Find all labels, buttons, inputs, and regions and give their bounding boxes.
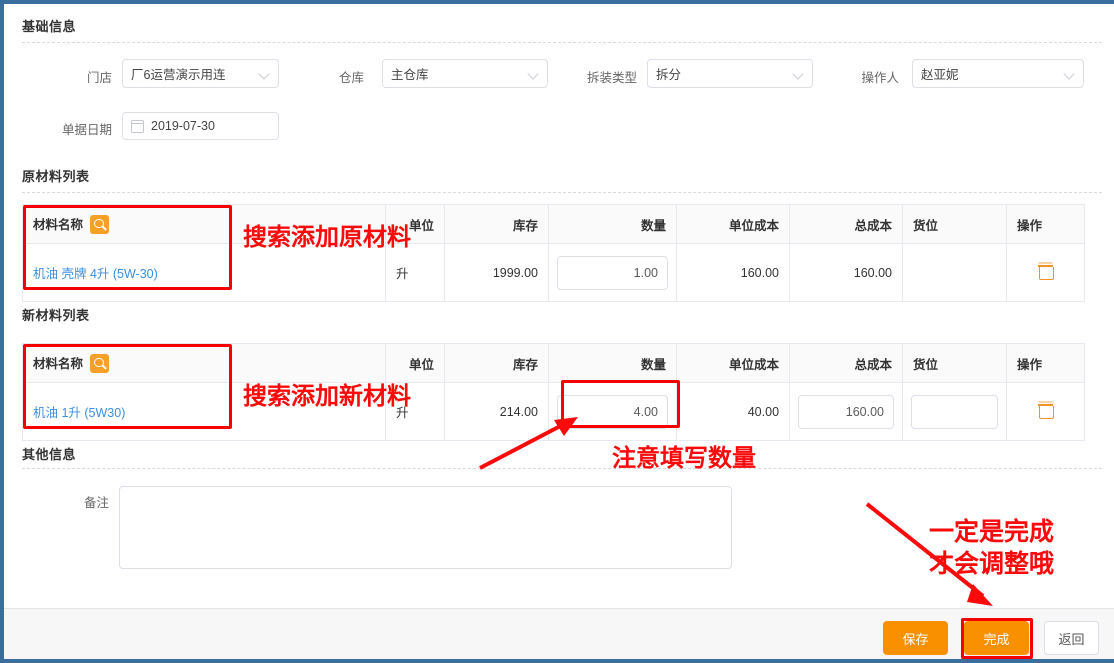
document-date-value: 2019-07-30 (151, 119, 215, 133)
cell-unit-cost: 160.00 (676, 243, 791, 302)
th-stock: 库存 (444, 204, 550, 244)
label-store: 门店 (86, 71, 112, 85)
back-button[interactable]: 返回 (1044, 621, 1099, 655)
th-action: 操作 (1006, 204, 1086, 244)
input-document-date[interactable]: 2019-07-30 (122, 112, 279, 140)
annotation-raw-search: 搜索添加原材料 (243, 224, 411, 251)
th-material-name: 材料名称 (21, 343, 387, 383)
save-button[interactable]: 保存 (883, 621, 948, 655)
th-qty: 数量 (548, 343, 678, 383)
label-note: 备注 (84, 496, 110, 510)
form-canvas: 基础信息 门店 厂6运营演示用连 仓库 主仓库 拆装类型 拆分 操作人 赵亚妮 … (4, 4, 1114, 659)
cell-stock: 1999.00 (444, 243, 550, 302)
divider-basic (22, 42, 1102, 43)
app-window: 基础信息 门店 厂6运营演示用连 仓库 主仓库 拆装类型 拆分 操作人 赵亚妮 … (0, 0, 1114, 663)
select-store[interactable]: 厂6运营演示用连 (122, 59, 279, 88)
new-material-table: 材料名称 单位 库存 数量 单位成本 总成本 货位 操作 机油 1升 (5W30… (21, 343, 1086, 441)
chevron-down-icon (793, 68, 804, 79)
cell-location (902, 382, 1008, 441)
finish-button[interactable]: 完成 (964, 621, 1029, 655)
qty-input[interactable] (557, 255, 669, 290)
label-operator: 操作人 (861, 71, 899, 85)
section-title-other: 其他信息 (22, 447, 77, 462)
cell-total-cost: 160.00 (789, 243, 904, 302)
annotation-qty: 注意填写数量 (612, 445, 756, 472)
chevron-down-icon (1064, 68, 1075, 79)
cell-location (902, 243, 1008, 302)
th-unit: 单位 (385, 343, 446, 383)
select-operator-value: 赵亚妮 (921, 68, 959, 82)
annotation-finish-line2: 才会调整哦 (929, 550, 1055, 578)
label-warehouse: 仓库 (338, 71, 364, 85)
calendar-icon (131, 119, 144, 133)
th-location: 货位 (902, 204, 1008, 244)
select-warehouse-value: 主仓库 (391, 68, 429, 82)
th-total-cost: 总成本 (789, 343, 904, 383)
cell-action[interactable] (1006, 382, 1086, 441)
th-qty: 数量 (548, 204, 678, 244)
th-unit-cost: 单位成本 (676, 204, 791, 244)
divider-other (22, 468, 1102, 469)
note-textarea[interactable] (119, 486, 732, 569)
search-icon[interactable] (90, 215, 110, 234)
table-row: 机油 1升 (5W30) 升 214.00 40.00 (21, 382, 1086, 441)
chevron-down-icon (259, 68, 270, 79)
new-table-header-row: 材料名称 单位 库存 数量 单位成本 总成本 货位 操作 (21, 343, 1086, 383)
total-cost-input[interactable] (798, 394, 895, 429)
select-type-value: 拆分 (656, 68, 682, 82)
cell-qty (548, 243, 678, 302)
th-unit-cost: 单位成本 (676, 343, 791, 383)
th-action: 操作 (1006, 343, 1086, 383)
cell-total-cost (789, 382, 904, 441)
th-stock: 库存 (444, 343, 550, 383)
section-title-new-list: 新材料列表 (22, 308, 90, 323)
label-type: 拆装类型 (586, 71, 637, 85)
select-warehouse[interactable]: 主仓库 (382, 59, 548, 88)
raw-material-table: 材料名称 单位 库存 数量 单位成本 总成本 货位 操作 机油 壳牌 4升 (5… (21, 204, 1086, 302)
th-location: 货位 (902, 343, 1008, 383)
section-title-raw-list: 原材料列表 (22, 169, 90, 184)
search-icon[interactable] (90, 354, 110, 373)
cell-stock: 214.00 (444, 382, 550, 441)
trash-icon[interactable] (1038, 403, 1055, 419)
annotation-finish-line1: 一定是完成 (929, 518, 1055, 546)
raw-table-header-row: 材料名称 单位 库存 数量 单位成本 总成本 货位 操作 (21, 204, 1086, 244)
select-type[interactable]: 拆分 (647, 59, 813, 88)
trash-icon[interactable] (1038, 264, 1055, 280)
select-store-value: 厂6运营演示用连 (131, 68, 226, 82)
section-title-basic: 基础信息 (22, 19, 77, 34)
location-input[interactable] (911, 394, 999, 429)
label-date: 单据日期 (61, 123, 112, 137)
annotation-new-search: 搜索添加新材料 (243, 383, 411, 410)
chevron-down-icon (528, 68, 539, 79)
cell-unit-cost: 40.00 (676, 382, 791, 441)
cell-qty (548, 382, 678, 441)
divider-raw-list (22, 192, 1102, 193)
select-operator[interactable]: 赵亚妮 (912, 59, 1084, 88)
cell-action[interactable] (1006, 243, 1086, 302)
qty-input[interactable] (557, 394, 669, 429)
th-total-cost: 总成本 (789, 204, 904, 244)
table-row: 机油 壳牌 4升 (5W-30) 升 1999.00 160.00 160.00 (21, 243, 1086, 302)
